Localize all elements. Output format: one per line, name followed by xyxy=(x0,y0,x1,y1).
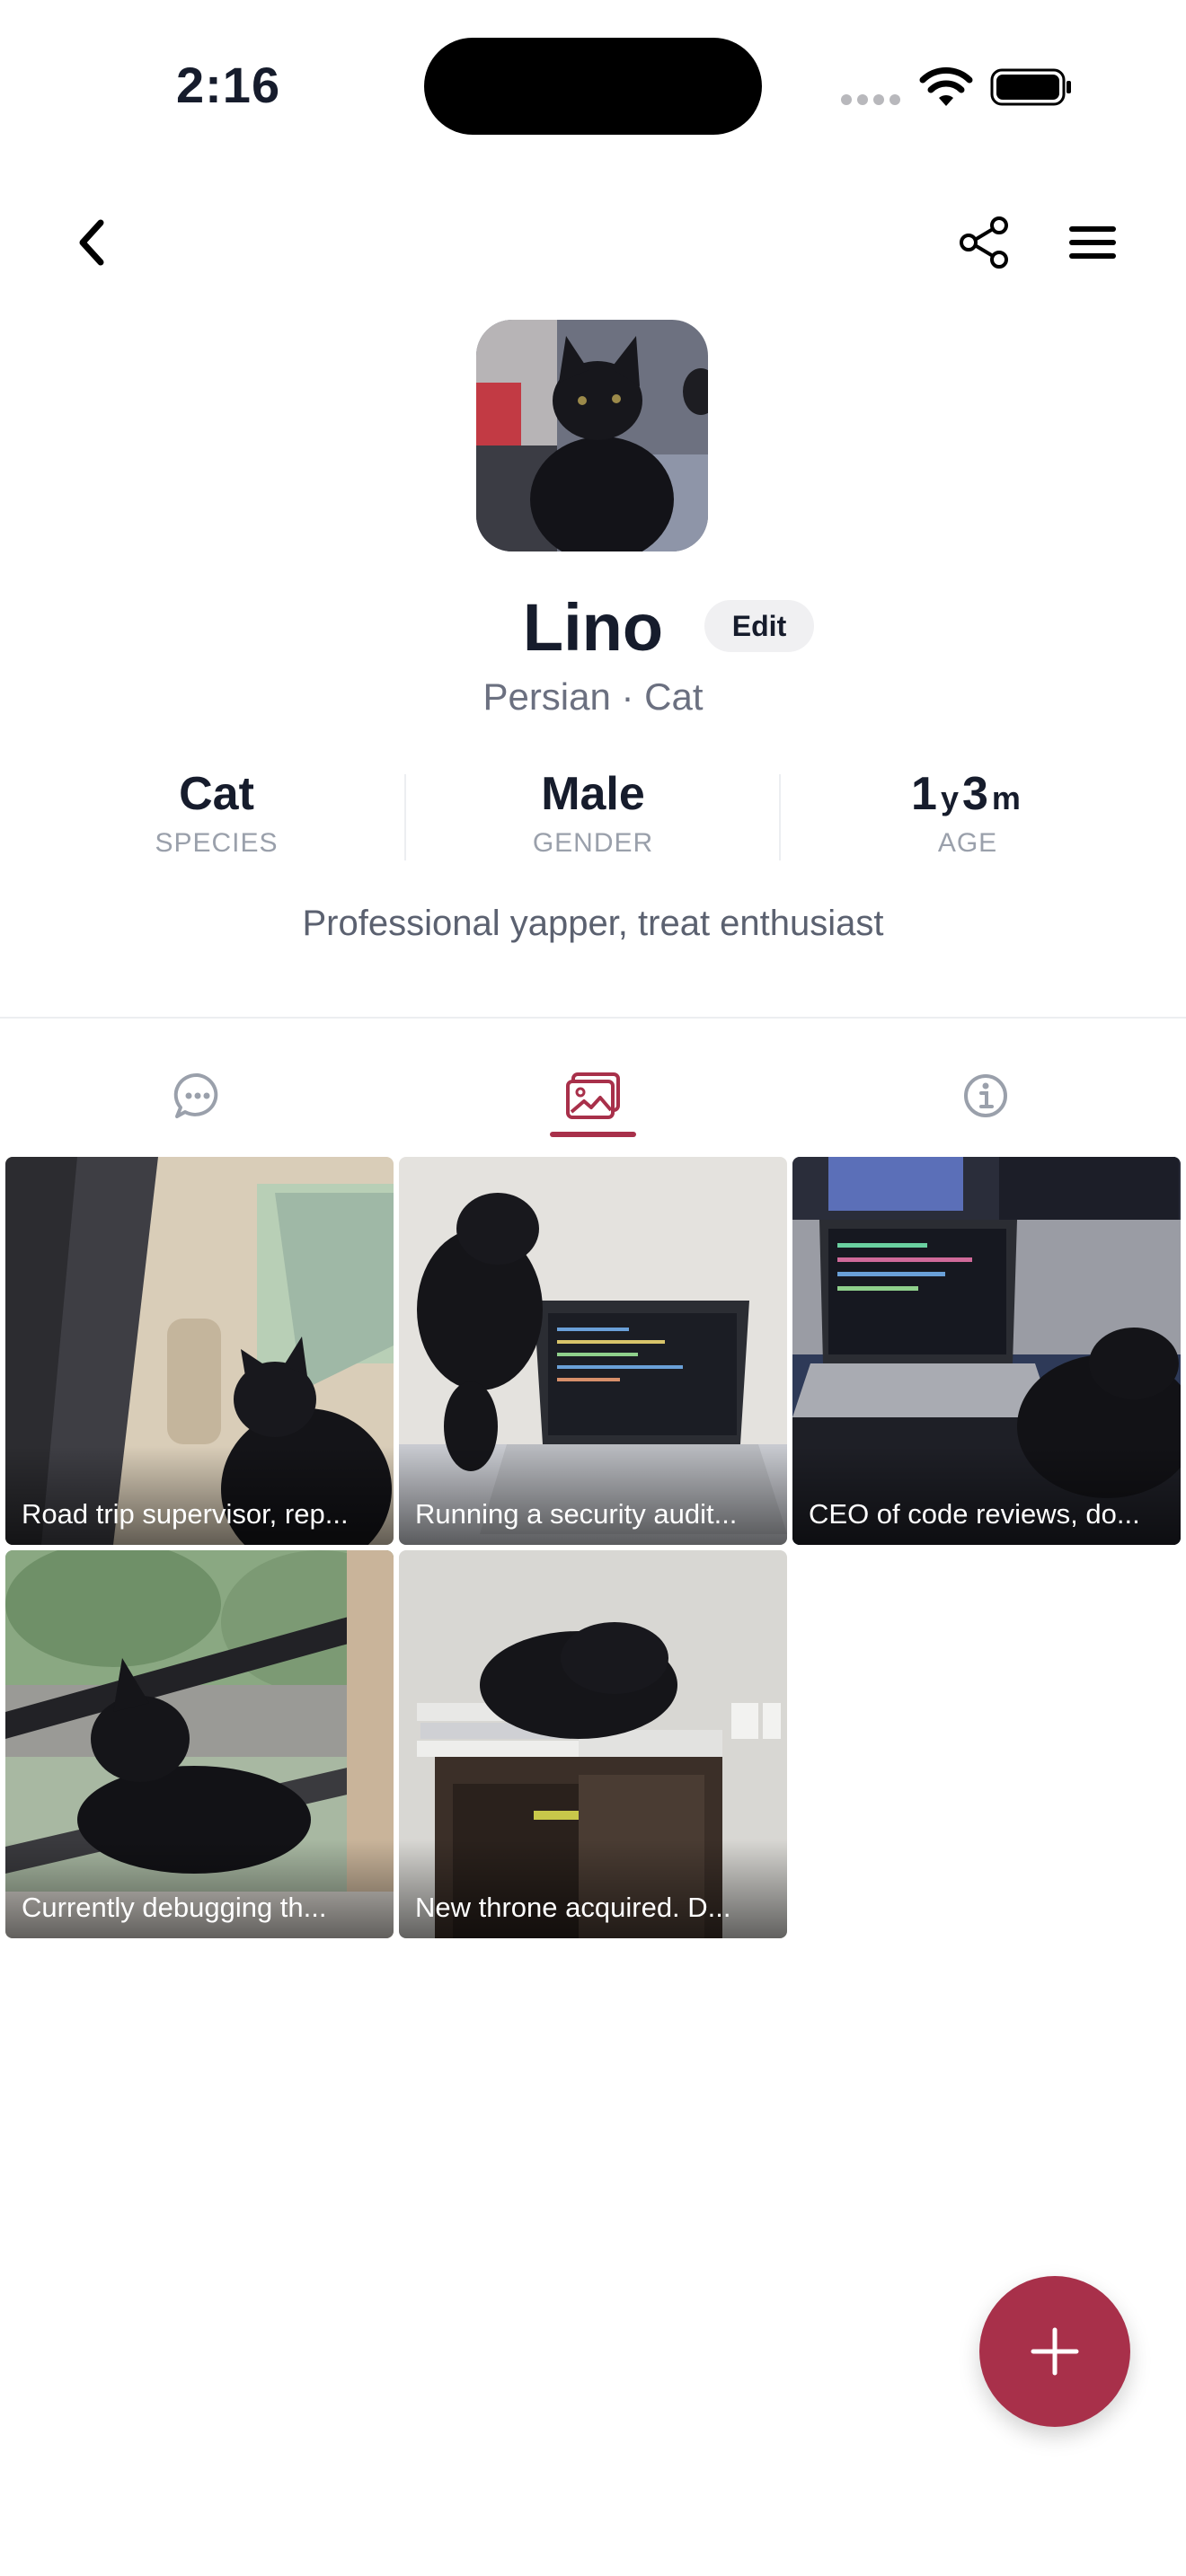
breed-species-line: Persian · Cat xyxy=(482,675,704,718)
share-button[interactable] xyxy=(949,207,1021,278)
share-icon xyxy=(960,216,1008,269)
pet-name-row: Lino xyxy=(0,589,1186,666)
wifi-icon xyxy=(919,66,973,106)
photos-icon xyxy=(566,1072,620,1119)
gender-value: Male xyxy=(541,768,645,820)
pet-name: Lino xyxy=(522,590,664,665)
gender-label: GENDER xyxy=(532,828,654,858)
post-caption: New throne acquired. D... xyxy=(415,1892,731,1923)
stat-age: 1 y3 m AGE xyxy=(780,767,1155,859)
post-caption: Currently debugging th... xyxy=(22,1892,327,1923)
menu-button[interactable] xyxy=(1057,207,1128,278)
stat-species: Cat SPECIES xyxy=(29,767,404,859)
chat-bubble-icon xyxy=(173,1072,218,1118)
age-months: 3 xyxy=(962,768,988,820)
age-value: 1 y3 m xyxy=(780,767,1155,821)
tab-info[interactable] xyxy=(896,1042,1075,1150)
stat-gender: Male GENDER xyxy=(405,767,781,859)
info-icon xyxy=(964,1074,1007,1117)
back-button[interactable] xyxy=(56,207,128,278)
hamburger-menu-icon xyxy=(1069,226,1116,259)
post-tile[interactable]: Running a security audit... xyxy=(399,1157,787,1545)
post-tile[interactable]: Road trip supervisor, rep... xyxy=(5,1157,394,1545)
species-label: SPECIES xyxy=(155,828,279,858)
post-caption: Road trip supervisor, rep... xyxy=(22,1498,349,1530)
add-post-button[interactable] xyxy=(979,2276,1130,2427)
post-caption: Running a security audit... xyxy=(415,1498,738,1530)
dynamic-island xyxy=(424,38,762,135)
post-tile[interactable]: CEO of code reviews, do... xyxy=(792,1157,1181,1545)
age-years-unit: y xyxy=(940,780,959,816)
age-years: 1 xyxy=(911,768,937,820)
post-caption: CEO of code reviews, do... xyxy=(809,1498,1140,1530)
status-time: 2:16 xyxy=(176,57,281,113)
pet-bio: Professional yapper, treat enthusiast xyxy=(302,904,884,943)
age-label: AGE xyxy=(937,828,998,858)
species-value: Cat xyxy=(179,768,254,820)
post-tile[interactable]: New throne acquired. D... xyxy=(399,1550,787,1938)
cat-photo xyxy=(476,320,708,551)
battery-icon xyxy=(990,68,1071,106)
active-tab-indicator xyxy=(550,1132,636,1137)
plus-icon xyxy=(1031,2327,1079,2376)
pet-avatar[interactable] xyxy=(476,320,708,551)
tab-posts[interactable] xyxy=(108,1042,288,1150)
section-divider xyxy=(0,1017,1186,1019)
cellular-signal-icon xyxy=(841,93,906,110)
edit-profile-button[interactable]: Edit xyxy=(704,600,814,652)
chevron-left-icon xyxy=(79,219,104,266)
post-tile[interactable]: Currently debugging th... xyxy=(5,1550,394,1938)
age-months-unit: m xyxy=(991,780,1021,816)
